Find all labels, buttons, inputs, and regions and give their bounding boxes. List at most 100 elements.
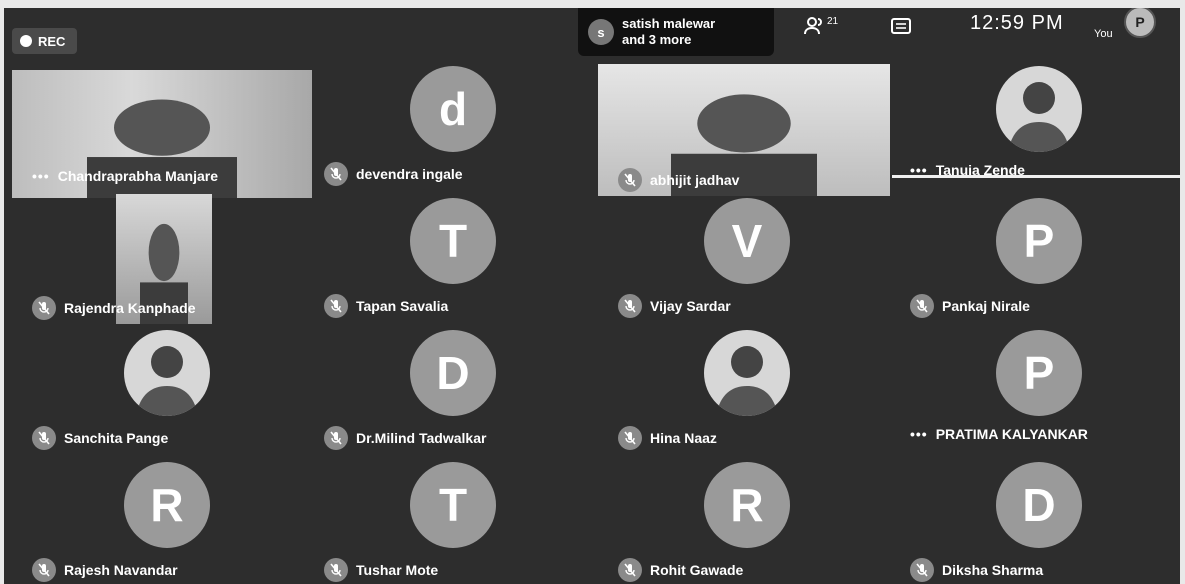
avatar-letter: T xyxy=(438,479,468,531)
avatar-letter: P xyxy=(1023,215,1055,267)
participant-name-bar: Hina Naaz xyxy=(618,426,717,450)
chat-icon xyxy=(891,18,911,34)
speaker-line-1: satish malewar xyxy=(622,16,716,31)
more-options-icon[interactable]: ••• xyxy=(32,168,50,184)
mic-muted-icon xyxy=(910,558,934,582)
participant-tile[interactable]: T Tapan Savalia xyxy=(304,196,594,328)
participant-tile[interactable]: D Diksha Sharma xyxy=(890,460,1180,584)
participant-name: Dr.Milind Tadwalkar xyxy=(356,430,487,446)
clock: 12:59 PM xyxy=(970,12,1064,34)
mic-muted-icon xyxy=(324,426,348,450)
mic-muted-icon xyxy=(618,558,642,582)
mic-muted-icon xyxy=(32,296,56,320)
avatar-letter: R xyxy=(150,479,184,531)
avatar-initial: D xyxy=(410,330,496,416)
participant-tile[interactable]: abhijit jadhav xyxy=(598,64,890,196)
participant-name-bar: Tapan Savalia xyxy=(324,294,448,318)
active-tile-highlight xyxy=(892,175,1180,178)
mic-muted-icon xyxy=(324,558,348,582)
mic-muted-icon xyxy=(910,294,934,318)
participant-tile[interactable]: d devendra ingale xyxy=(304,64,594,196)
avatar-initial: P xyxy=(996,198,1082,284)
participant-name: Rajesh Navandar xyxy=(64,562,178,578)
avatar-initial: T xyxy=(410,462,496,548)
recording-label: REC xyxy=(38,33,66,49)
participant-name-bar: Rajendra Kanphade xyxy=(32,296,195,320)
participant-name-bar: Dr.Milind Tadwalkar xyxy=(324,426,486,450)
avatar-letter: P xyxy=(1023,347,1055,399)
participant-name-bar: devendra ingale xyxy=(324,162,463,186)
participant-tile[interactable]: Hina Naaz xyxy=(598,328,888,460)
mic-muted-icon xyxy=(618,426,642,450)
participant-name-bar: Sanchita Pange xyxy=(32,426,168,450)
avatar-initial: R xyxy=(704,462,790,548)
people-icon xyxy=(804,17,822,35)
avatar-initial: V xyxy=(704,198,790,284)
avatar-initial: R xyxy=(124,462,210,548)
profile-photo xyxy=(124,330,210,416)
mic-muted-icon xyxy=(324,294,348,318)
participant-tile[interactable]: ••• Chandraprabha Manjare xyxy=(12,64,312,198)
avatar-letter: T xyxy=(438,215,468,267)
participant-name: abhijit jadhav xyxy=(650,172,740,188)
record-dot-icon xyxy=(20,35,32,47)
participant-name: Tushar Mote xyxy=(356,562,439,578)
participant-name: Hina Naaz xyxy=(650,430,717,446)
participant-name-bar: Rohit Gawade xyxy=(618,558,743,582)
participant-tile[interactable]: P ••• PRATIMA KALYANKAR xyxy=(890,328,1180,460)
participant-tile[interactable]: P Pankaj Nirale xyxy=(890,196,1180,328)
participant-tile[interactable]: T Tushar Mote xyxy=(304,460,594,584)
participant-name-bar: ••• Chandraprabha Manjare xyxy=(32,168,218,184)
participant-name-bar: ••• PRATIMA KALYANKAR xyxy=(910,426,1088,442)
more-options-icon[interactable]: ••• xyxy=(910,426,928,442)
participant-name: devendra ingale xyxy=(356,166,463,182)
avatar-letter: V xyxy=(731,215,763,267)
mic-muted-icon xyxy=(32,558,56,582)
participant-tile[interactable]: V Vijay Sardar xyxy=(598,196,888,328)
mic-muted-icon xyxy=(618,168,642,192)
chat-button[interactable] xyxy=(888,14,914,40)
participant-name: Chandraprabha Manjare xyxy=(57,168,218,184)
avatar-letter: D xyxy=(1022,479,1056,531)
mic-muted-icon xyxy=(618,294,642,318)
participant-tile[interactable]: Sanchita Pange xyxy=(12,328,302,460)
meeting-screen: REC s satish malewar and 3 more 21 12:59… xyxy=(4,8,1180,584)
avatar-initial: D xyxy=(996,462,1082,548)
participants-count: 21 xyxy=(827,16,839,27)
participants-button[interactable]: 21 xyxy=(804,16,838,36)
participant-tile[interactable]: R Rajesh Navandar xyxy=(12,460,302,584)
mic-muted-icon xyxy=(32,426,56,450)
speaker-line-2: and 3 more xyxy=(622,32,692,47)
participant-name: Tapan Savalia xyxy=(356,298,449,314)
participant-name: PRATIMA KALYANKAR xyxy=(935,426,1088,442)
participant-tile[interactable]: Rajendra Kanphade xyxy=(12,194,302,328)
participant-name: Diksha Sharma xyxy=(942,562,1044,578)
participant-name: Pankaj Nirale xyxy=(942,298,1030,314)
participant-tile[interactable]: D Dr.Milind Tadwalkar xyxy=(304,328,594,460)
participant-name: Rajendra Kanphade xyxy=(64,300,196,316)
participant-tile[interactable]: R Rohit Gawade xyxy=(598,460,888,584)
recording-indicator: REC xyxy=(12,28,78,54)
avatar-letter: d xyxy=(438,83,468,135)
participant-name-bar: Diksha Sharma xyxy=(910,558,1043,582)
avatar-letter: R xyxy=(730,479,764,531)
mic-muted-icon xyxy=(324,162,348,186)
participant-name: Rohit Gawade xyxy=(650,562,744,578)
participant-name-bar: Pankaj Nirale xyxy=(910,294,1030,318)
top-bar: REC s satish malewar and 3 more 21 12:59… xyxy=(4,8,1180,60)
participant-name-bar: Vijay Sardar xyxy=(618,294,731,318)
speaker-avatar: s xyxy=(588,19,614,45)
participant-name-bar: Tushar Mote xyxy=(324,558,438,582)
active-speaker-banner[interactable]: s satish malewar and 3 more xyxy=(578,8,774,56)
participant-name-bar: abhijit jadhav xyxy=(618,168,739,192)
profile-photo xyxy=(996,66,1082,152)
avatar-letter: D xyxy=(436,347,470,399)
avatar-initial: T xyxy=(410,198,496,284)
profile-photo xyxy=(704,330,790,416)
participant-name: Vijay Sardar xyxy=(650,298,731,314)
participant-name: Sanchita Pange xyxy=(64,430,169,446)
you-label: You xyxy=(1094,28,1113,40)
self-avatar[interactable]: P xyxy=(1124,8,1156,38)
avatar-initial: P xyxy=(996,330,1082,416)
avatar-initial: d xyxy=(410,66,496,152)
